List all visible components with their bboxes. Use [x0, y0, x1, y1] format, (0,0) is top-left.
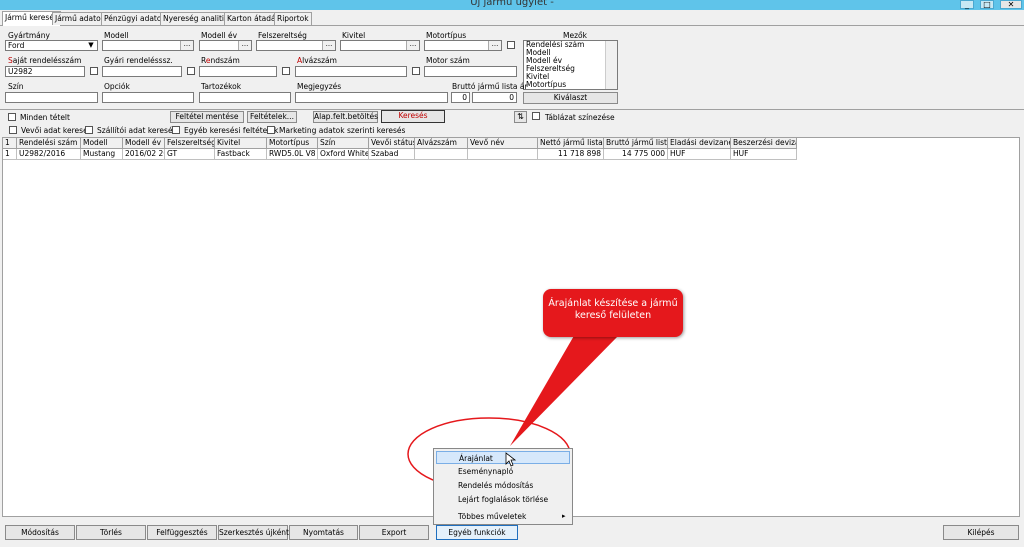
kilepes-button[interactable]: Kilépés: [943, 525, 1019, 540]
egyeb-funkciok-button[interactable]: Egyéb funkciók: [436, 525, 518, 540]
mouse-cursor-icon: [505, 452, 517, 467]
menu-item-tobbes-muveletek[interactable]: Többes műveletek: [436, 510, 570, 523]
menu-item-arajanlat[interactable]: Árajánlat: [436, 451, 570, 464]
szerkesztes-ujkent-button[interactable]: Szerkesztés újként: [218, 525, 289, 540]
modositas-button[interactable]: Módosítás: [5, 525, 75, 540]
submenu-arrow-icon: ▸: [562, 512, 566, 520]
export-button[interactable]: Export: [359, 525, 429, 540]
nyomtatas-button[interactable]: Nyomtatás: [289, 525, 358, 540]
callout-bubble: Árajánlat készítése a jármű kereső felül…: [543, 289, 683, 337]
menu-item-esemenynaplo[interactable]: Eseménynapló: [436, 465, 570, 478]
menu-item-rendeles-modositas[interactable]: Rendelés módosítás: [436, 479, 570, 492]
context-menu[interactable]: Árajánlat Eseménynapló Rendelés módosítá…: [433, 448, 573, 525]
felfuggesztes-button[interactable]: Felfüggesztés: [147, 525, 217, 540]
torles-button[interactable]: Törlés: [76, 525, 146, 540]
menu-item-lejart-foglalasok[interactable]: Lejárt foglalások törlése: [436, 493, 570, 506]
callout-pointer: [510, 334, 620, 446]
